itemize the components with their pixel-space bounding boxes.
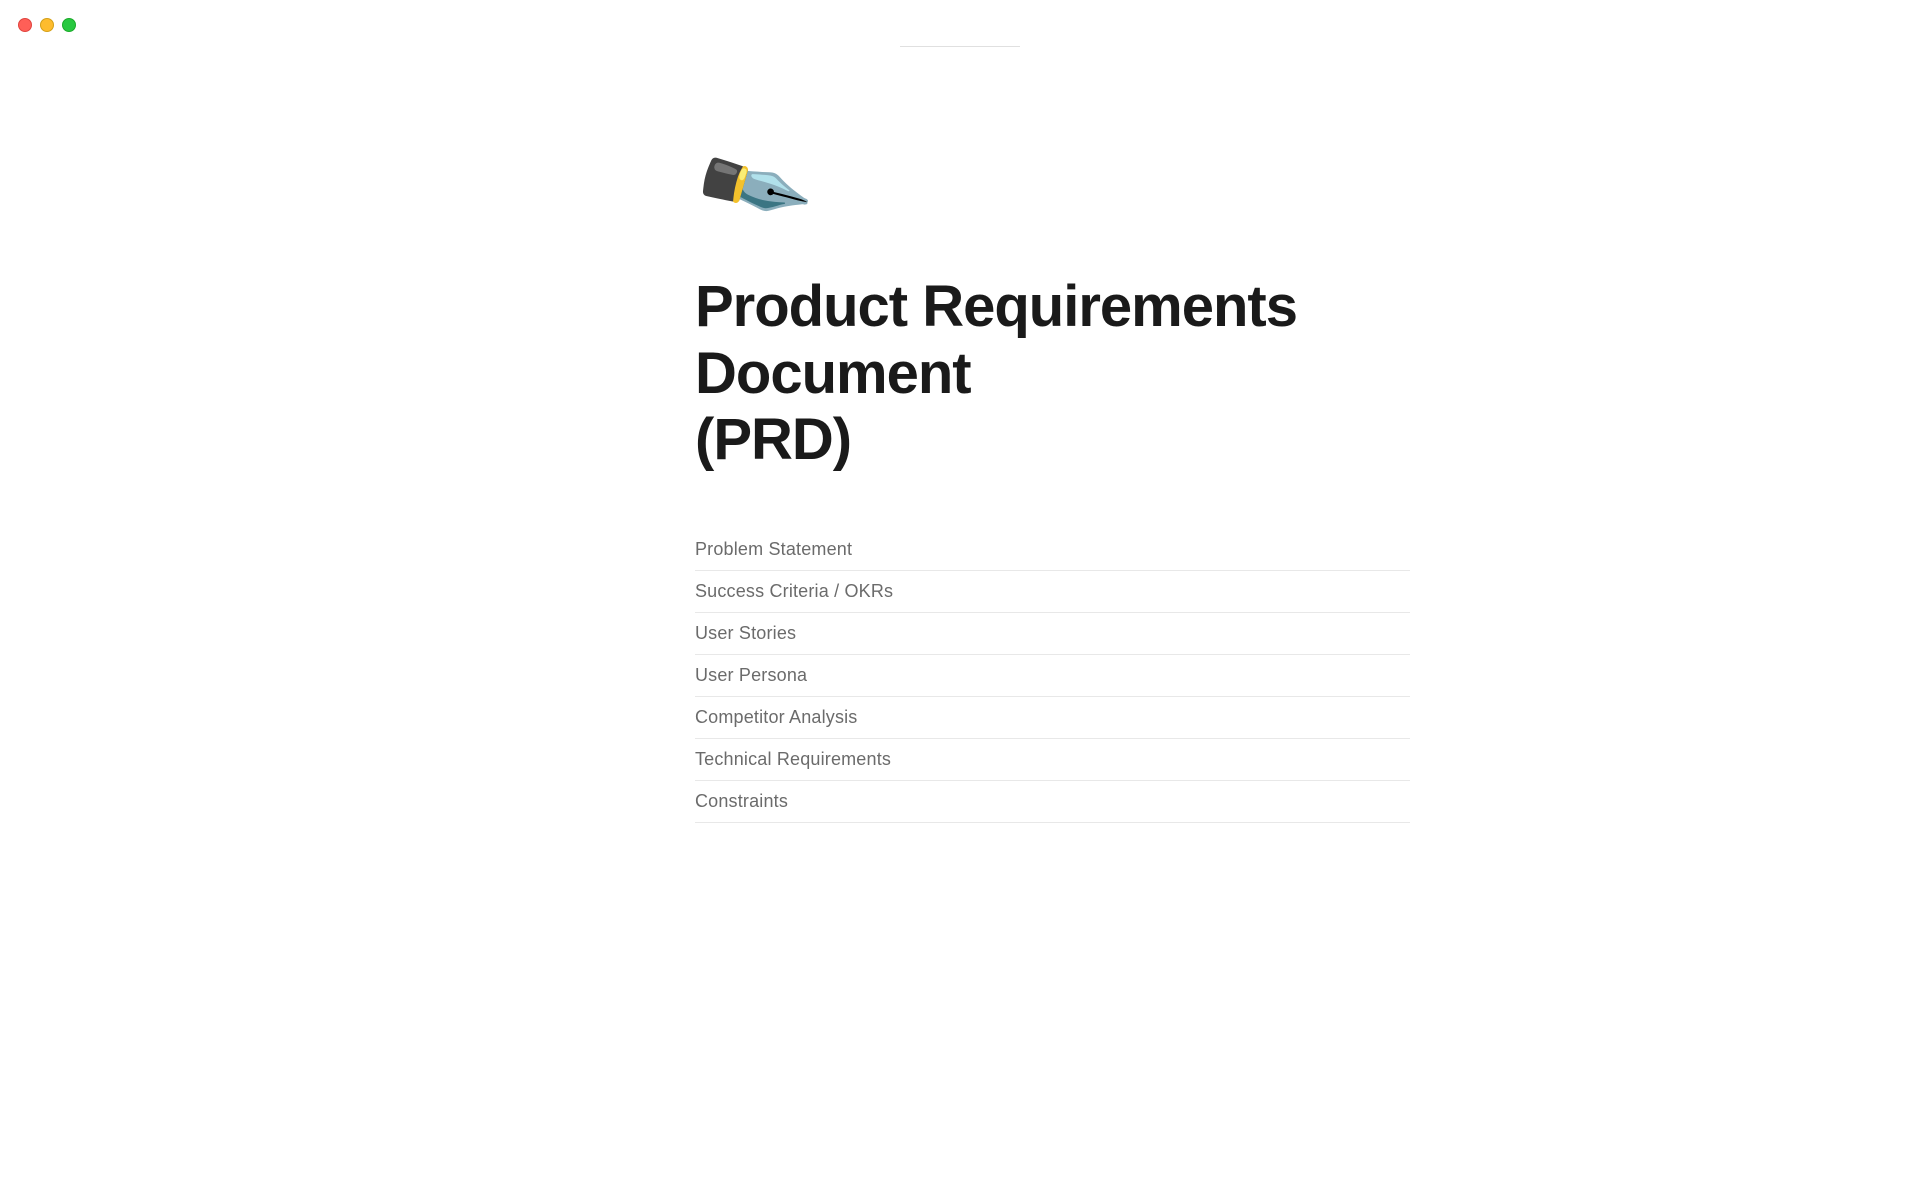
toc-item: Technical Requirements	[695, 739, 1410, 781]
toc-link-success-criteria[interactable]: Success Criteria / OKRs	[695, 571, 1410, 612]
toc-link-constraints[interactable]: Constraints	[695, 781, 1410, 822]
toc-item: Constraints	[695, 781, 1410, 823]
toc-link-competitor-analysis[interactable]: Competitor Analysis	[695, 697, 1410, 738]
traffic-lights	[18, 18, 76, 32]
pen-icon: ✒️	[683, 121, 816, 252]
toc-item: Competitor Analysis	[695, 697, 1410, 739]
table-of-contents: Problem Statement Success Criteria / OKR…	[695, 529, 1410, 823]
top-divider	[900, 46, 1020, 47]
page-title: Product Requirements Document (PRD)	[695, 274, 1410, 474]
toc-link-technical-requirements[interactable]: Technical Requirements	[695, 739, 1410, 780]
toc-item: User Stories	[695, 613, 1410, 655]
toc-item: Problem Statement	[695, 529, 1410, 571]
toc-link-user-persona[interactable]: User Persona	[695, 655, 1410, 696]
toc-link-user-stories[interactable]: User Stories	[695, 613, 1410, 654]
close-button[interactable]	[18, 18, 32, 32]
main-content: ✒️ Product Requirements Document (PRD) P…	[510, 0, 1410, 883]
maximize-button[interactable]	[62, 18, 76, 32]
minimize-button[interactable]	[40, 18, 54, 32]
page-icon-container: ✒️	[700, 140, 1410, 234]
toc-link-problem-statement[interactable]: Problem Statement	[695, 529, 1410, 570]
toc-item: User Persona	[695, 655, 1410, 697]
toc-item: Success Criteria / OKRs	[695, 571, 1410, 613]
